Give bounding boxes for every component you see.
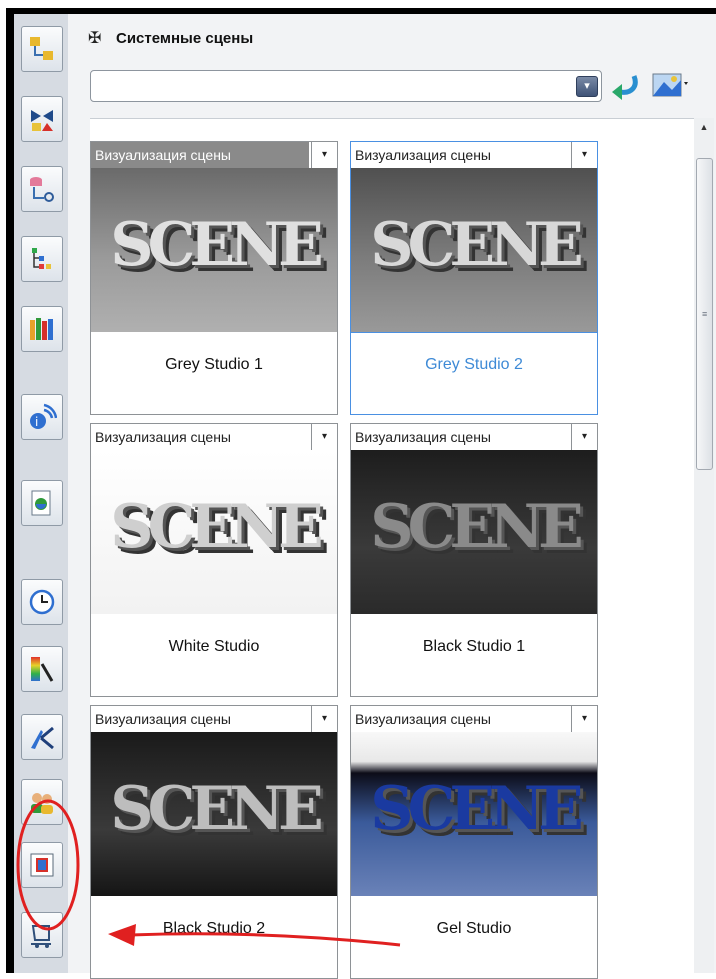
dropdown-arrow-icon[interactable]: ▾: [571, 424, 597, 450]
color-palette-button[interactable]: [21, 646, 63, 692]
tools-icon: [31, 726, 54, 750]
dropdown-arrow-icon[interactable]: ▾: [311, 706, 337, 732]
scene-name: Black Studio 2: [162, 920, 266, 937]
render-mode-select[interactable]: Визуализация сцены ▾: [91, 424, 337, 451]
render-mode-label: Визуализация сцены: [355, 429, 491, 445]
library-button[interactable]: [21, 306, 63, 352]
apply-back-button[interactable]: [608, 70, 642, 102]
scene-gallery: Визуализация сцены ▾ SCENE Grey Studio 1 Виз…: [90, 118, 694, 979]
scene-thumbnail-text: SCENE: [370, 210, 583, 280]
scene-thumbnail[interactable]: SCENE: [91, 732, 337, 896]
library-books-icon: [30, 318, 53, 340]
render-cart-icon: [31, 925, 51, 948]
scene-thumbnail-text: SCENE: [110, 210, 323, 280]
scene-thumbnail-text: SCENE: [110, 492, 323, 562]
render-mode-label: Визуализация сцены: [95, 429, 231, 445]
scroll-grip-icon: ≡: [702, 309, 708, 319]
hierarchy-button[interactable]: [21, 236, 63, 282]
document-globe-icon: [31, 490, 51, 516]
dropdown-arrow-icon[interactable]: ▾: [571, 706, 597, 732]
scene-thumbnail[interactable]: SCENE: [351, 450, 597, 614]
scenes-button[interactable]: [21, 842, 63, 888]
render-mode-label: Визуализация сцены: [355, 711, 491, 727]
scene-name: Grey Studio 2: [425, 356, 523, 373]
dropdown-arrow-icon[interactable]: ▾: [311, 142, 337, 168]
render-cart-button[interactable]: [21, 912, 63, 958]
dropdown-arrow-icon[interactable]: ▾: [571, 142, 597, 168]
scene-filter-combobox[interactable]: ▾: [90, 70, 602, 102]
scene-name: Grey Studio 1: [165, 356, 263, 373]
scene-card[interactable]: Визуализация сцены ▾ SCENE Gel Studio: [350, 705, 598, 979]
constraints-icon: [31, 110, 53, 131]
scene-thumbnail[interactable]: SCENE: [351, 732, 597, 896]
scene-name: White Studio: [168, 638, 260, 655]
assembly-tree-icon: [30, 37, 53, 60]
render-mode-select[interactable]: Визуализация сцены ▾: [351, 706, 597, 733]
scene-card[interactable]: Визуализация сцены ▾ SCENE Black Studio 1: [350, 423, 598, 697]
render-mode-select[interactable]: Визуализация сцены ▾: [91, 142, 337, 169]
render-mode-label: Визуализация сцены: [355, 147, 491, 163]
tools-button[interactable]: [21, 714, 63, 760]
history-clock-icon: [29, 589, 55, 615]
scene-thumbnail-text: SCENE: [110, 774, 323, 844]
scroll-up-arrow[interactable]: ▲: [694, 122, 714, 138]
document-globe-button[interactable]: [21, 480, 63, 526]
users-button[interactable]: [21, 779, 63, 825]
history-button[interactable]: [21, 579, 63, 625]
scene-name: Gel Studio: [436, 920, 512, 937]
scene-thumbnail[interactable]: SCENE: [91, 450, 337, 614]
constraints-button[interactable]: [21, 96, 63, 142]
system-scenes-panel: ✠ Системные сцены ▾ Визуализация сцены ▾ S…: [68, 14, 716, 979]
tool-sidebar: i: [14, 14, 69, 973]
info-feed-button[interactable]: i: [21, 394, 63, 440]
users-icon: [31, 793, 53, 814]
scene-thumbnail-text: SCENE: [370, 492, 583, 562]
render-mode-select[interactable]: Визуализация сцены ▾: [91, 706, 337, 733]
scene-card[interactable]: Визуализация сцены ▾ SCENE Grey Studio 2: [350, 141, 598, 415]
assembly-tree-button[interactable]: [21, 26, 63, 72]
scene-thumbnail-text: SCENE: [370, 774, 583, 844]
landscape-image-icon: [652, 73, 688, 97]
render-mode-label: Визуализация сцены: [95, 711, 231, 727]
render-mode-select[interactable]: Визуализация сцены ▾: [351, 424, 597, 451]
info-feed-icon: i: [30, 403, 57, 429]
scene-name: Black Studio 1: [422, 638, 526, 655]
svg-text:i: i: [35, 415, 38, 429]
combo-dropdown-button[interactable]: ▾: [576, 76, 598, 97]
gallery-scrollbar[interactable]: ▲ ≡: [694, 118, 714, 973]
database-tree-button[interactable]: [21, 166, 63, 212]
dropdown-arrow-icon[interactable]: ▾: [311, 424, 337, 450]
image-view-button[interactable]: [650, 68, 690, 102]
scroll-thumb[interactable]: ≡: [696, 158, 713, 470]
scenes-icon: [30, 853, 54, 877]
scene-card[interactable]: Визуализация сцены ▾ SCENE Grey Studio 1: [90, 141, 338, 415]
scene-card[interactable]: Визуализация сцены ▾ SCENE Black Studio 2: [90, 705, 338, 979]
hierarchy-icon: [32, 248, 51, 269]
database-tree-icon: [30, 177, 54, 202]
return-arrow-icon: [612, 75, 638, 100]
render-mode-select[interactable]: Визуализация сцены ▾: [351, 142, 597, 169]
panel-title: Системные сцены: [116, 30, 254, 47]
scene-thumbnail[interactable]: SCENE: [91, 168, 337, 332]
render-mode-label: Визуализация сцены: [91, 142, 309, 168]
color-palette-icon: [31, 657, 54, 682]
scene-card[interactable]: Визуализация сцены ▾ SCENE White Studio: [90, 423, 338, 697]
scene-thumbnail[interactable]: SCENE: [351, 168, 597, 333]
pin-icon[interactable]: ✠: [88, 28, 101, 48]
